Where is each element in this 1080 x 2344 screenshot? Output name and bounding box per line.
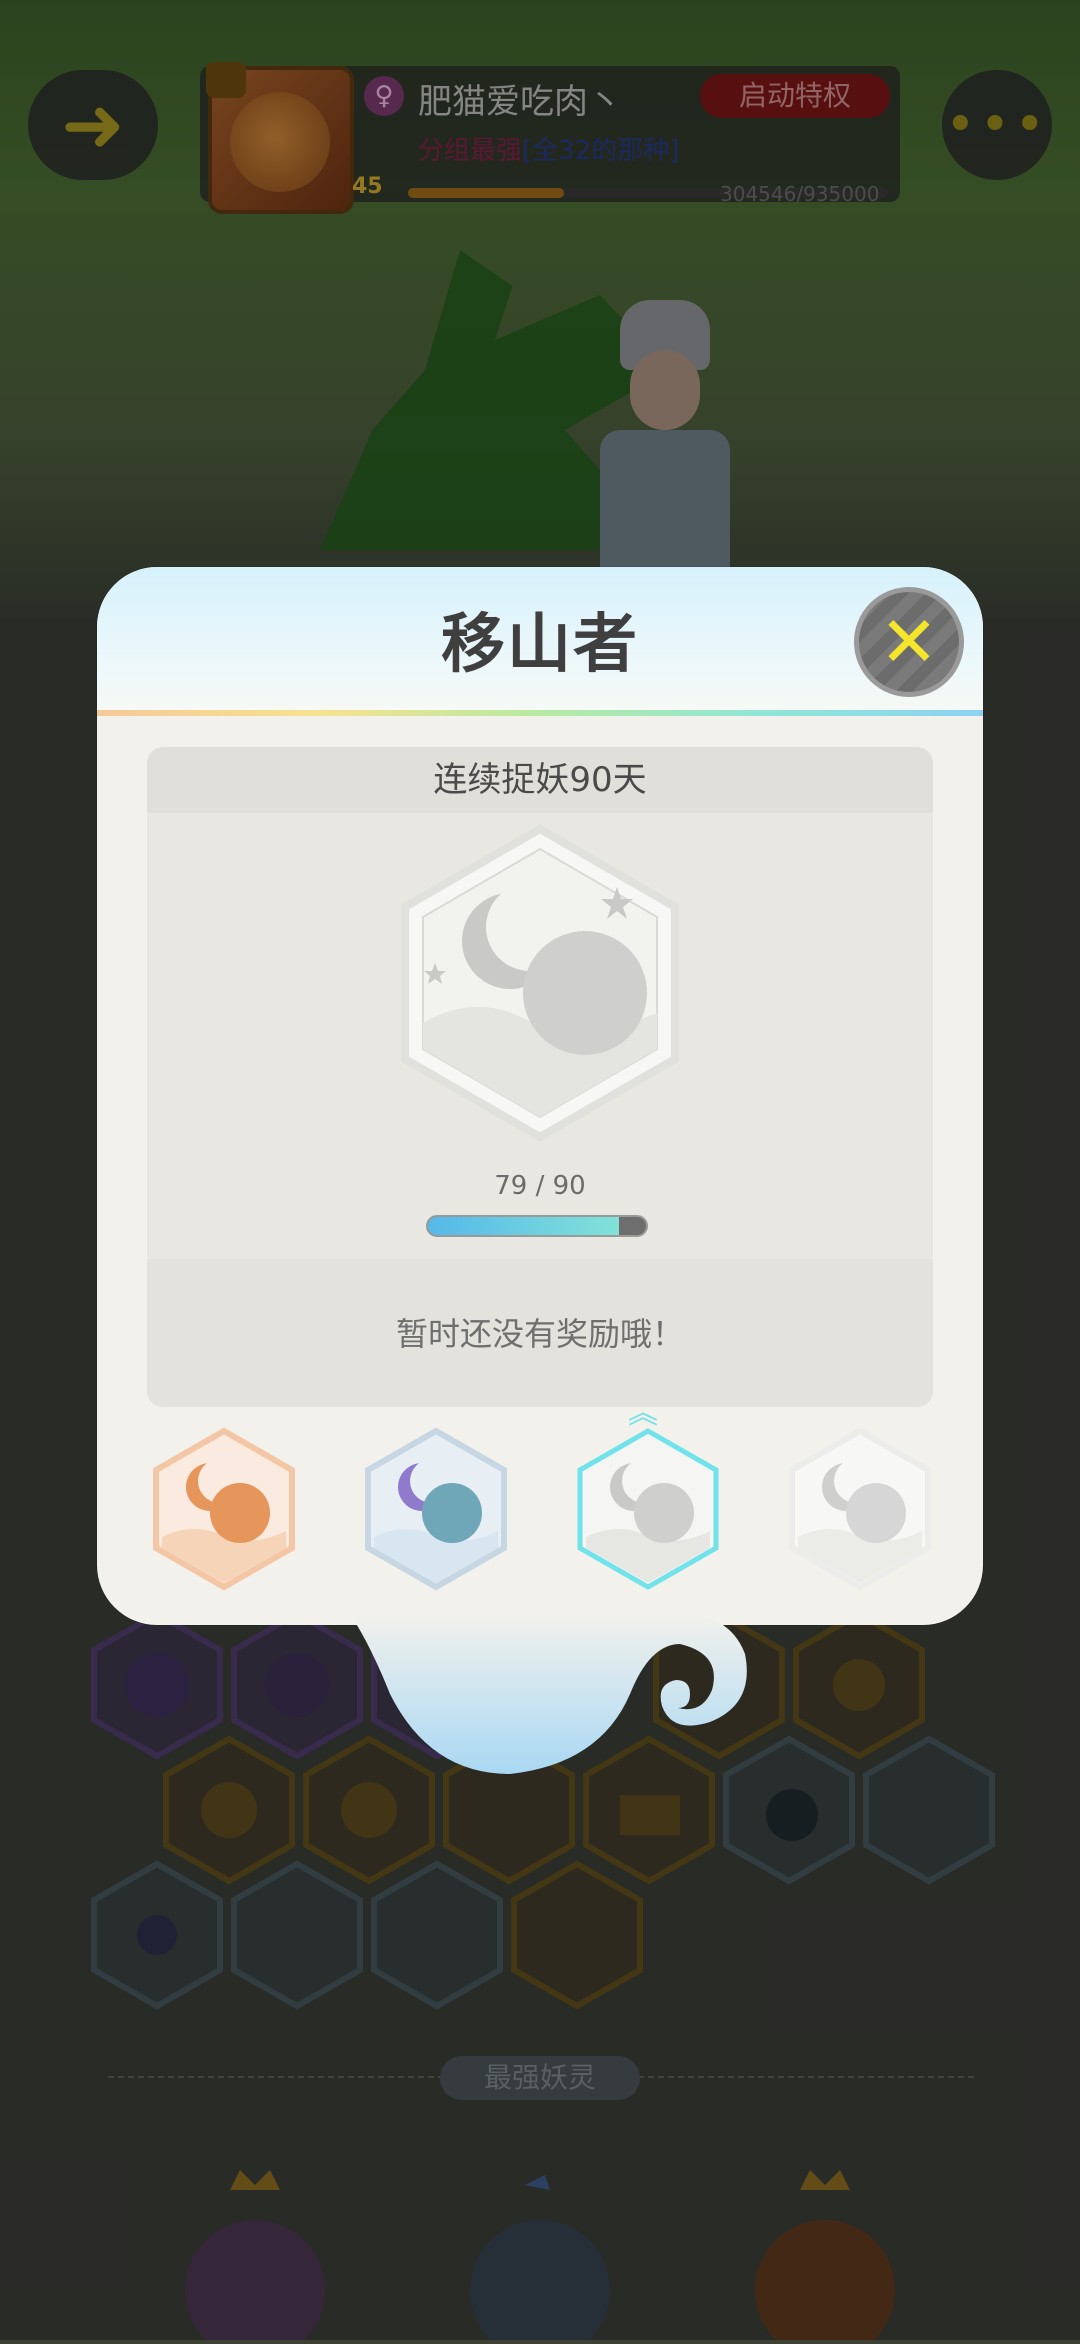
modal-title: 移山者 — [441, 608, 639, 682]
close-x-icon: ✕ — [879, 601, 939, 683]
tier-bronze-badge[interactable] — [152, 1427, 296, 1591]
progress-text: 79 / 90 — [494, 1171, 586, 1201]
tier-gold-badge[interactable] — [576, 1427, 720, 1591]
selected-indicator-icon: ︽ — [628, 1396, 658, 1431]
achievement-modal: 移山者 ✕ 连续捉妖90天 79 / 90 暂时还没有奖励哦！ ︽ — [97, 567, 983, 1625]
reward-empty-text: 暂时还没有奖励哦！ — [395, 1315, 684, 1353]
header-divider — [97, 710, 983, 716]
tier-top-badge[interactable] — [788, 1427, 932, 1591]
achievement-condition: 连续捉妖90天 — [147, 747, 933, 813]
moon-badge-icon — [401, 824, 679, 1142]
modal-tail-decoration — [350, 1614, 747, 1774]
reward-area: 暂时还没有奖励哦！ — [147, 1259, 933, 1407]
progress-bar — [426, 1215, 648, 1237]
achievement-detail-panel: 连续捉妖90天 79 / 90 暂时还没有奖励哦！ — [147, 747, 933, 1407]
close-button[interactable]: ✕ — [854, 587, 964, 697]
tier-silver-badge[interactable] — [364, 1427, 508, 1591]
